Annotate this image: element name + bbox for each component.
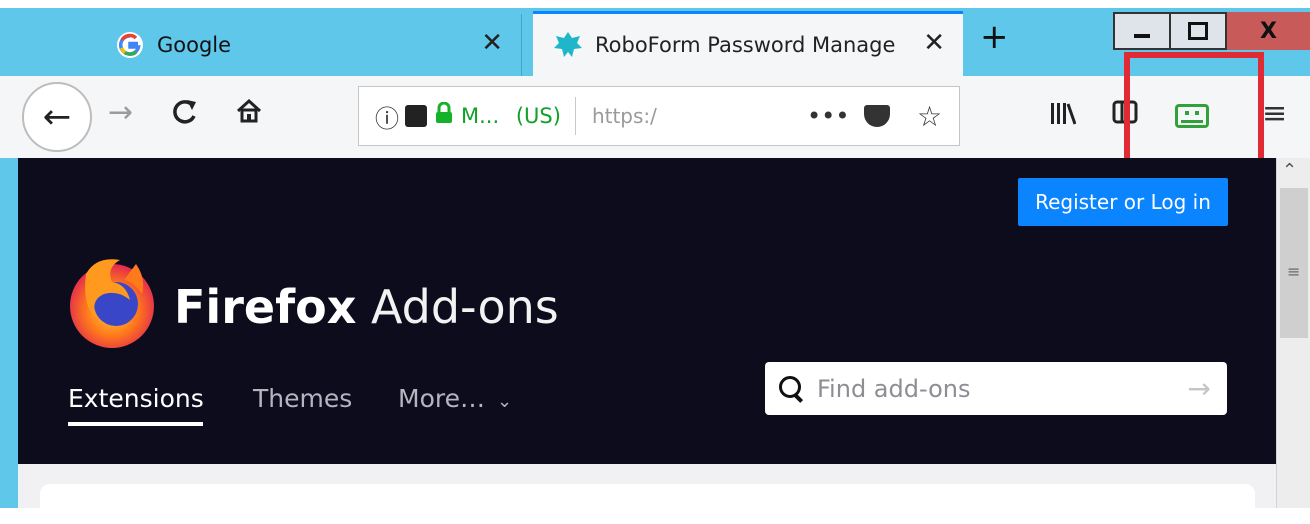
- maximize-button[interactable]: [1169, 12, 1227, 50]
- nav-extensions[interactable]: Extensions: [68, 384, 204, 413]
- url-text[interactable]: https:/: [592, 104, 657, 128]
- minimize-button[interactable]: [1113, 12, 1169, 50]
- tab-title: Google: [157, 33, 232, 57]
- nav-more[interactable]: More… ⌄: [398, 384, 512, 413]
- tab-title: RoboForm Password Manage: [595, 33, 895, 57]
- library-icon[interactable]: [1050, 100, 1077, 131]
- nav-themes[interactable]: Themes: [253, 384, 352, 413]
- highlight-annotation: [1124, 52, 1264, 170]
- site-identity-country: (US): [515, 104, 561, 128]
- reload-button[interactable]: [172, 98, 198, 132]
- google-g-icon: [115, 30, 145, 60]
- close-tab-icon[interactable]: ✕: [481, 28, 503, 58]
- brand-firefox: Firefox: [174, 280, 357, 334]
- chevron-down-icon: ⌄: [496, 391, 513, 412]
- home-icon: [236, 98, 262, 123]
- close-tab-icon[interactable]: ✕: [923, 28, 945, 58]
- lock-icon[interactable]: [435, 101, 453, 130]
- bookmark-star-icon[interactable]: ☆: [917, 100, 942, 133]
- search-submit-arrow-icon[interactable]: →: [1188, 372, 1211, 405]
- hamburger-menu-icon[interactable]: ≡: [1262, 96, 1287, 131]
- nav-more-label: More…: [398, 384, 485, 413]
- window-left-edge: [0, 158, 18, 508]
- new-tab-button[interactable]: +: [980, 20, 1009, 54]
- site-identity-name: M...: [461, 104, 500, 128]
- back-button[interactable]: ←: [22, 82, 92, 152]
- scrollbar-grip-icon: ≡: [1287, 262, 1301, 281]
- roboform-icon: [553, 30, 583, 60]
- register-login-button[interactable]: Register or Log in: [1018, 178, 1228, 226]
- nav-active-underline: [68, 422, 203, 426]
- pocket-icon[interactable]: [864, 105, 890, 127]
- reload-icon: [173, 100, 196, 124]
- content-card: [40, 484, 1255, 524]
- url-bar[interactable]: ⓘ M... (US) https:/ ••• ☆: [358, 86, 960, 146]
- firefox-logo[interactable]: [66, 254, 156, 350]
- forward-button[interactable]: →: [108, 98, 133, 128]
- site-identity[interactable]: M... (US): [461, 104, 561, 128]
- window-top-edge: [0, 0, 1310, 8]
- maximize-icon: [1188, 22, 1208, 40]
- tab-google[interactable]: Google ✕: [95, 14, 522, 76]
- home-button[interactable]: [236, 98, 262, 130]
- tab-roboform[interactable]: RoboForm Password Manage ✕: [533, 11, 963, 76]
- url-separator: [574, 97, 576, 135]
- brand-addons: Add-ons: [371, 280, 559, 334]
- page-actions-icon[interactable]: •••: [807, 102, 849, 130]
- info-icon[interactable]: ⓘ: [375, 99, 399, 134]
- close-window-button[interactable]: X: [1227, 12, 1310, 50]
- minimize-icon: [1134, 34, 1150, 38]
- brand-title[interactable]: Firefox Add-ons: [174, 280, 559, 334]
- search-icon: [779, 375, 805, 403]
- scroll-up-arrow-icon[interactable]: ⌃: [1282, 160, 1297, 181]
- search-input[interactable]: [815, 373, 1159, 404]
- search-box[interactable]: →: [765, 362, 1227, 415]
- extension-puzzle-icon[interactable]: [405, 105, 427, 127]
